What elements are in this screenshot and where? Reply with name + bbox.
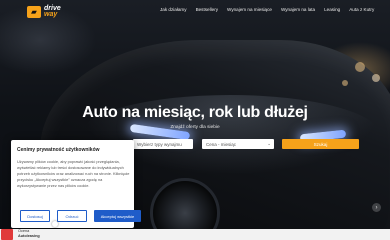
bottom-strip [0, 229, 390, 240]
chevron-down-icon: ⌄ [267, 141, 271, 146]
cookie-text: Używamy plików cookie, aby poprawić jako… [17, 159, 130, 188]
price-select[interactable]: Cena - miesiąc ⌄ [202, 139, 274, 149]
nav-item-yearly-rental[interactable]: Wynajem na lata [281, 7, 315, 12]
chat-widget-icon[interactable] [52, 221, 58, 227]
nav-item-cars[interactable]: Auta z Kutry [349, 7, 374, 12]
rating-badge[interactable]: Ocena Autoleasing [18, 229, 40, 238]
cookie-buttons: Dostosuj Odrzuć Akceptuj wszystkie [20, 210, 141, 222]
rating-line2: Autoleasing [18, 233, 40, 238]
hero-subtitle: Znajdź oferty dla siebie [170, 125, 220, 130]
nav-item-monthly-rental[interactable]: Wynajem na miesiące [227, 7, 272, 12]
cookie-consent-dialog: Cenimy prywatność użytkowników Używamy p… [11, 140, 141, 228]
cookie-title: Cenimy prywatność użytkowników [17, 147, 100, 153]
nav-item-leasing[interactable]: Leasing [324, 7, 340, 12]
brand-line2: way [44, 11, 58, 18]
scroll-up-icon[interactable]: › [372, 203, 381, 212]
rental-type-placeholder: Wybierz typy wynajmu [137, 141, 182, 147]
bokeh-light [342, 80, 348, 86]
accept-all-button[interactable]: Akceptuj wszystkie [94, 210, 141, 222]
hero-title: Auto na miesiąc, rok lub dłużej [82, 104, 308, 121]
nav-item-how-it-works[interactable]: Jak działamy [160, 7, 187, 12]
bokeh-light [355, 62, 365, 72]
brand-wordmark: drive way [44, 5, 61, 18]
main-nav: Jak działamy Bestsellery Wynajem na mies… [160, 7, 374, 12]
reject-button[interactable]: Odrzuć [57, 210, 87, 222]
rating-logo[interactable] [1, 229, 13, 240]
customize-button[interactable]: Dostosuj [20, 210, 50, 222]
nav-item-bestsellers[interactable]: Bestsellery [196, 7, 218, 12]
car-logo-icon: ▰ [27, 6, 41, 18]
brand-logo[interactable]: ▰ drive way [27, 3, 77, 21]
price-placeholder: Cena - miesiąc [206, 141, 237, 147]
site-header: ▰ drive way Jak działamy Bestsellery Wyn… [0, 0, 390, 24]
rental-type-select[interactable]: Wybierz typy wynajmu [133, 139, 193, 149]
bokeh-light [372, 74, 380, 82]
search-button[interactable]: Szukaj [282, 139, 359, 149]
